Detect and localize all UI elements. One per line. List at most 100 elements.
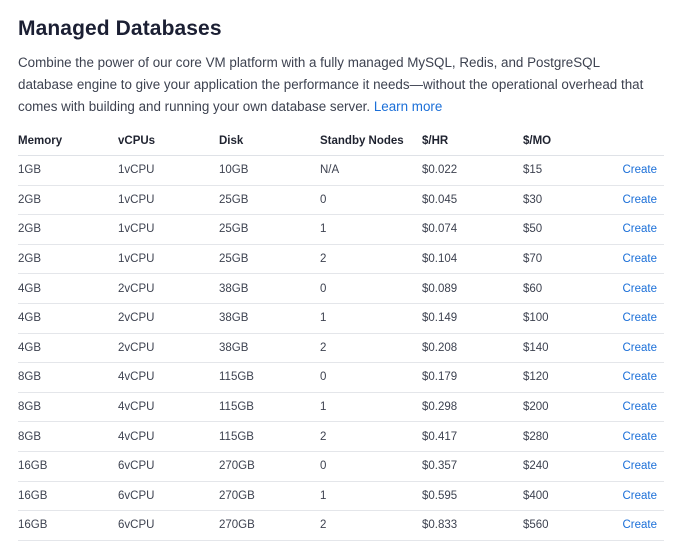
create-link[interactable]: Create — [622, 164, 657, 176]
action-cell: Create — [593, 481, 664, 512]
action-cell: Create — [593, 303, 664, 334]
memory-cell: 4GB — [18, 333, 118, 364]
memory-cell: 4GB — [18, 273, 118, 304]
pricing-table-body: 1GB 1vCPU 10GB N/A $0.022 $15 Create 2GB 1vCPU 25… — [18, 155, 664, 541]
standby-nodes-cell: 0 — [320, 362, 422, 393]
create-link[interactable]: Create — [622, 283, 657, 295]
learn-more-link[interactable]: Learn more — [374, 99, 442, 114]
disk-cell: 270GB — [219, 481, 320, 512]
disk-cell: 115GB — [219, 362, 320, 393]
price-hourly-cell: $0.179 — [422, 362, 523, 393]
price-monthly-cell: $15 — [523, 155, 593, 186]
action-cell: Create — [593, 333, 664, 364]
disk-cell: 38GB — [219, 273, 320, 304]
price-hourly-cell: $0.833 — [422, 510, 523, 541]
standby-nodes-cell: 0 — [320, 185, 422, 216]
standby-nodes-cell: 1 — [320, 214, 422, 245]
column-header-vcpus: vCPUs — [118, 127, 219, 156]
standby-nodes-cell: 2 — [320, 244, 422, 275]
create-link[interactable]: Create — [622, 431, 657, 443]
action-cell: Create — [593, 362, 664, 393]
standby-nodes-cell: 2 — [320, 510, 422, 541]
price-hourly-cell: $0.417 — [422, 421, 523, 452]
price-hourly-cell: $0.149 — [422, 303, 523, 334]
standby-nodes-cell: 2 — [320, 421, 422, 452]
price-hourly-cell: $0.045 — [422, 185, 523, 216]
price-monthly-cell: $100 — [523, 303, 593, 334]
vcpus-cell: 4vCPU — [118, 362, 219, 393]
memory-cell: 16GB — [18, 481, 118, 512]
create-link[interactable]: Create — [622, 342, 657, 354]
vcpus-cell: 6vCPU — [118, 510, 219, 541]
vcpus-cell: 2vCPU — [118, 273, 219, 304]
intro-paragraph: Combine the power of our core VM platfor… — [18, 52, 658, 118]
table-row: 1GB 1vCPU 10GB N/A $0.022 $15 Create — [18, 155, 664, 186]
disk-cell: 270GB — [219, 510, 320, 541]
memory-cell: 4GB — [18, 303, 118, 334]
price-hourly-cell: $0.104 — [422, 244, 523, 275]
action-cell: Create — [593, 214, 664, 245]
create-link[interactable]: Create — [622, 490, 657, 502]
create-link[interactable]: Create — [622, 401, 657, 413]
vcpus-cell: 2vCPU — [118, 333, 219, 364]
column-header-standby-nodes: Standby Nodes — [320, 127, 422, 156]
disk-cell: 115GB — [219, 421, 320, 452]
column-header-disk: Disk — [219, 127, 320, 156]
intro-text: Combine the power of our core VM platfor… — [18, 55, 644, 114]
price-monthly-cell: $560 — [523, 510, 593, 541]
disk-cell: 38GB — [219, 303, 320, 334]
vcpus-cell: 1vCPU — [118, 244, 219, 275]
column-header-price-hourly: $/HR — [422, 127, 523, 156]
action-cell: Create — [593, 244, 664, 275]
table-row: 16GB 6vCPU 270GB 2 $0.833 $560 Create — [18, 510, 664, 541]
memory-cell: 1GB — [18, 155, 118, 186]
price-hourly-cell: $0.595 — [422, 481, 523, 512]
vcpus-cell: 1vCPU — [118, 214, 219, 245]
create-link[interactable]: Create — [622, 312, 657, 324]
create-link[interactable]: Create — [622, 371, 657, 383]
standby-nodes-cell: N/A — [320, 155, 422, 186]
price-hourly-cell: $0.208 — [422, 333, 523, 364]
create-link[interactable]: Create — [622, 194, 657, 206]
column-header-action — [593, 127, 664, 156]
table-row: 8GB 4vCPU 115GB 1 $0.298 $200 Create — [18, 392, 664, 423]
create-link[interactable]: Create — [622, 460, 657, 472]
disk-cell: 115GB — [219, 392, 320, 423]
action-cell: Create — [593, 451, 664, 482]
memory-cell: 2GB — [18, 244, 118, 275]
standby-nodes-cell: 1 — [320, 481, 422, 512]
price-hourly-cell: $0.022 — [422, 155, 523, 186]
table-row: 2GB 1vCPU 25GB 2 $0.104 $70 Create — [18, 244, 664, 275]
disk-cell: 25GB — [219, 244, 320, 275]
price-monthly-cell: $30 — [523, 185, 593, 216]
action-cell: Create — [593, 185, 664, 216]
vcpus-cell: 6vCPU — [118, 481, 219, 512]
price-monthly-cell: $240 — [523, 451, 593, 482]
managed-databases-section: Managed Databases Combine the power of o… — [18, 14, 664, 118]
price-monthly-cell: $120 — [523, 362, 593, 393]
action-cell: Create — [593, 421, 664, 452]
action-cell: Create — [593, 273, 664, 304]
column-header-memory: Memory — [18, 127, 118, 156]
disk-cell: 38GB — [219, 333, 320, 364]
standby-nodes-cell: 1 — [320, 303, 422, 334]
table-row: 4GB 2vCPU 38GB 1 $0.149 $100 Create — [18, 303, 664, 334]
create-link[interactable]: Create — [622, 253, 657, 265]
table-row: 16GB 6vCPU 270GB 0 $0.357 $240 Create — [18, 451, 664, 482]
price-monthly-cell: $400 — [523, 481, 593, 512]
price-hourly-cell: $0.074 — [422, 214, 523, 245]
price-hourly-cell: $0.089 — [422, 273, 523, 304]
memory-cell: 8GB — [18, 392, 118, 423]
create-link[interactable]: Create — [622, 519, 657, 531]
create-link[interactable]: Create — [622, 223, 657, 235]
memory-cell: 8GB — [18, 421, 118, 452]
table-row: 8GB 4vCPU 115GB 0 $0.179 $120 Create — [18, 362, 664, 393]
standby-nodes-cell: 0 — [320, 451, 422, 482]
action-cell: Create — [593, 510, 664, 541]
table-row: 2GB 1vCPU 25GB 1 $0.074 $50 Create — [18, 214, 664, 245]
disk-cell: 25GB — [219, 214, 320, 245]
vcpus-cell: 1vCPU — [118, 185, 219, 216]
table-row: 2GB 1vCPU 25GB 0 $0.045 $30 Create — [18, 185, 664, 216]
memory-cell: 2GB — [18, 214, 118, 245]
disk-cell: 270GB — [219, 451, 320, 482]
